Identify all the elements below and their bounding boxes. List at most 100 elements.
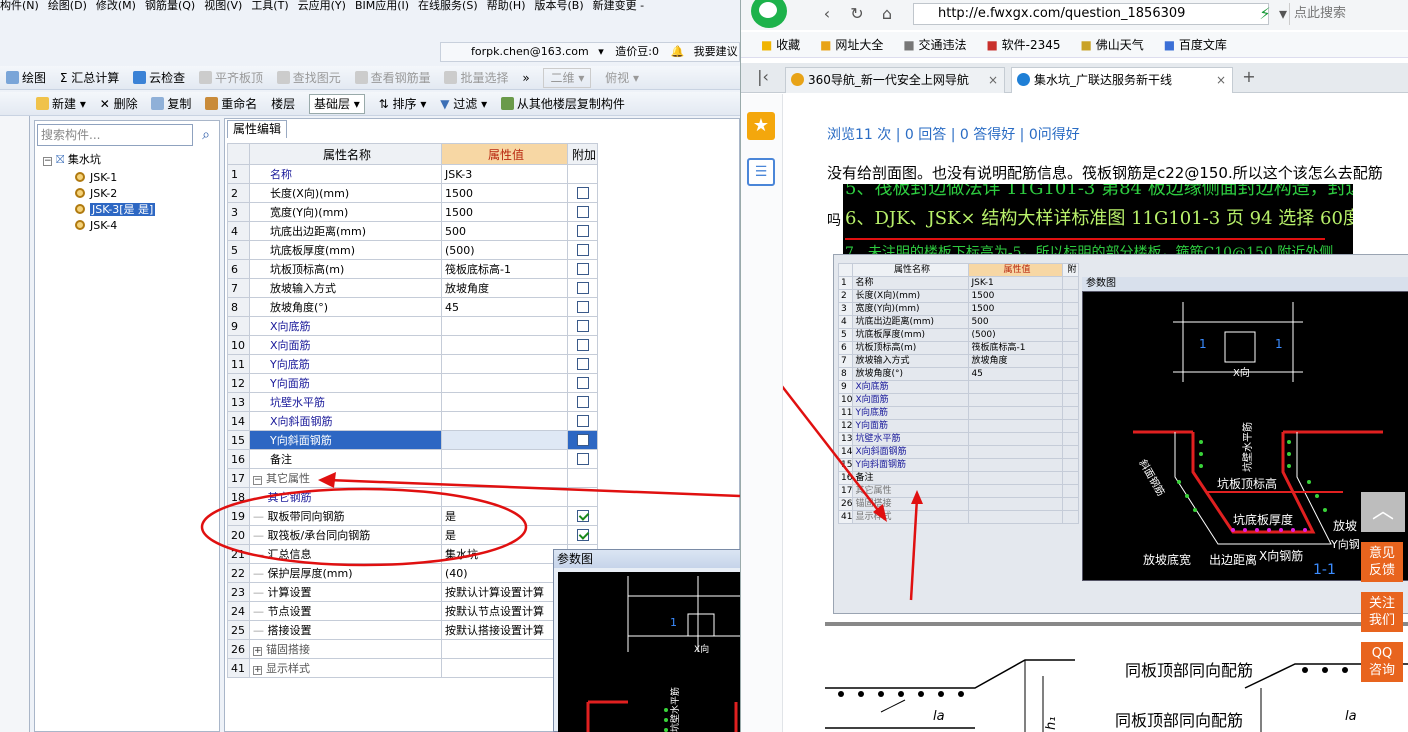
property-row[interactable]: 25— 搭接设置 按默认搭接设置计算 <box>227 620 598 640</box>
property-row[interactable]: 17− 其它属性 <box>227 468 598 488</box>
favorite-link[interactable]: ■ 收藏 <box>751 38 800 52</box>
property-value[interactable]: 按默认搭接设置计算 <box>441 620 568 640</box>
draw-button[interactable]: 绘图 <box>6 66 46 89</box>
favorite-link[interactable]: ■ 佛山天气 <box>1071 38 1144 52</box>
property-value[interactable]: (500) <box>441 240 568 260</box>
property-row[interactable]: 1 名称 JSK-3 <box>227 164 598 184</box>
star-favorites-icon[interactable]: ★ <box>747 112 775 140</box>
property-value[interactable]: 是 <box>441 506 568 526</box>
refresh-icon[interactable]: ↻ <box>845 2 869 26</box>
dropdown-arrow-icon[interactable]: ▾ <box>598 45 604 58</box>
attach-checkbox[interactable] <box>577 319 589 332</box>
property-value[interactable]: 按默认节点设置计算 <box>441 601 568 621</box>
menu-item[interactable]: 在线服务(S) <box>418 0 478 12</box>
attach-checkbox[interactable] <box>577 357 589 370</box>
property-row[interactable]: 2 长度(X向)(mm) 1500 <box>227 183 598 203</box>
attach-checkbox[interactable] <box>577 300 589 313</box>
tab-back-icon[interactable]: |‹ <box>751 65 775 89</box>
attach-checkbox[interactable] <box>577 338 589 351</box>
360-logo-icon[interactable] <box>751 0 787 28</box>
menu-item[interactable]: 修改(M) <box>96 0 136 12</box>
property-row[interactable]: 9 X向底筋 <box>227 316 598 336</box>
property-value[interactable] <box>441 449 568 469</box>
property-row[interactable]: 14 X向斜面钢筋 <box>227 411 598 431</box>
menu-item[interactable]: 构件(N) <box>0 0 39 12</box>
property-row[interactable]: 20— 取筏板/承台同向钢筋是 <box>227 525 598 545</box>
menu-item[interactable]: 工具(T) <box>251 0 288 12</box>
property-row[interactable]: 4 坑底出边距离(mm) 500 <box>227 221 598 241</box>
property-value[interactable] <box>441 335 568 355</box>
property-value[interactable] <box>441 354 568 374</box>
view-angle-select[interactable]: 俯视 ▾ <box>605 66 639 89</box>
menu-item[interactable]: 钢筋量(Q) <box>145 0 195 12</box>
property-value[interactable]: 按默认计算设置计算 <box>441 582 568 602</box>
property-value[interactable] <box>441 392 568 412</box>
account-email[interactable]: forpk.chen@163.com <box>471 45 589 58</box>
attach-checkbox[interactable] <box>577 509 589 522</box>
attach-checkbox[interactable] <box>577 281 589 294</box>
tree-item[interactable]: JSK-4 <box>75 219 117 233</box>
sum-calc-button[interactable]: Σ 汇总计算 <box>60 66 119 89</box>
floating-side-button[interactable]: QQ 咨询 <box>1361 642 1403 682</box>
find-element-button[interactable]: 查找图元 <box>276 66 341 89</box>
menu-item[interactable]: BIM应用(I) <box>355 0 409 12</box>
search-icon[interactable]: ⌕ <box>195 124 217 146</box>
attach-checkbox[interactable] <box>577 262 589 275</box>
property-row[interactable]: 22— 保护层厚度(mm) (40) <box>227 563 598 583</box>
tree-item[interactable]: JSK-3[是 是] <box>75 203 156 217</box>
property-value[interactable] <box>441 658 568 678</box>
menu-item[interactable]: 视图(V) <box>204 0 242 12</box>
property-value[interactable] <box>441 430 568 450</box>
url-input[interactable]: http://e.fwxgx.com/question_1856309 <box>913 3 1269 25</box>
home-icon[interactable]: ⌂ <box>875 2 899 26</box>
search-box[interactable]: 点此搜索 <box>1289 3 1408 25</box>
menu-item[interactable]: 云应用(Y) <box>298 0 346 12</box>
property-value[interactable]: 放坡角度 <box>441 278 568 298</box>
property-row[interactable]: 41 + 显示样式 <box>227 658 598 678</box>
component-search-input[interactable]: 搜索构件... <box>37 124 193 146</box>
property-row[interactable]: 16 备注 <box>227 449 598 469</box>
property-row[interactable]: 19— 取板带同向钢筋是 <box>227 506 598 526</box>
delete-button[interactable]: ✕ 删除 <box>100 92 138 115</box>
property-row[interactable]: 21— 汇总信息 集水坑 <box>227 544 598 564</box>
new-button[interactable]: 新建 ▾ <box>36 92 86 115</box>
attach-checkbox[interactable] <box>577 224 589 237</box>
property-row[interactable]: 8 放坡角度(°) 45 <box>227 297 598 317</box>
tab-close-icon[interactable]: × <box>1216 68 1226 92</box>
favorite-link[interactable]: ■ 交通违法 <box>893 38 966 52</box>
property-row[interactable]: 11 Y向底筋 <box>227 354 598 374</box>
collapse-icon[interactable]: − <box>253 476 262 485</box>
property-value[interactable]: 1500 <box>441 202 568 222</box>
view-rebar-button[interactable]: 查看钢筋量 <box>354 66 431 89</box>
floating-side-button[interactable]: 意见 反馈 <box>1361 542 1403 582</box>
browser-tab[interactable]: 集水坑_广联达服务新干线 × <box>1011 67 1233 93</box>
back-icon[interactable]: ‹ <box>815 2 839 26</box>
property-row[interactable]: 3 宽度(Y向)(mm) 1500 <box>227 202 598 222</box>
attach-checkbox[interactable] <box>577 243 589 256</box>
attach-checkbox[interactable] <box>577 433 589 446</box>
attach-checkbox[interactable] <box>577 376 589 389</box>
property-value[interactable] <box>441 468 568 488</box>
property-value[interactable] <box>441 487 568 507</box>
align-slab-button[interactable]: 平齐板顶 <box>198 66 263 89</box>
menu-item[interactable]: 帮助(H) <box>487 0 526 12</box>
view-mode-select[interactable]: 二维 ▾ <box>543 68 592 88</box>
filter-button[interactable]: ▼ 过滤 ▾ <box>440 92 487 115</box>
property-row[interactable]: 7 放坡输入方式 放坡角度 <box>227 278 598 298</box>
bell-icon[interactable]: 🔔 <box>670 45 684 58</box>
property-value[interactable]: (40) <box>441 563 568 583</box>
menu-item[interactable]: 版本号(B) <box>534 0 583 12</box>
attach-checkbox[interactable] <box>577 414 589 427</box>
tree-item[interactable]: JSK-1 <box>75 171 117 185</box>
property-value[interactable]: 1500 <box>441 183 568 203</box>
tree-item[interactable]: JSK-2 <box>75 187 117 201</box>
property-row[interactable]: 15 Y向斜面钢筋 <box>227 430 598 450</box>
copy-button[interactable]: 复制 <box>151 92 191 115</box>
favorite-link[interactable]: ■ 百度文库 <box>1154 38 1227 52</box>
floating-side-button[interactable]: 关注 我们 <box>1361 592 1403 632</box>
property-value[interactable] <box>441 639 568 659</box>
new-tab-icon[interactable]: + <box>1237 65 1261 89</box>
toolbar-overflow-icon[interactable]: » <box>522 66 529 89</box>
property-row[interactable]: 10 X向面筋 <box>227 335 598 355</box>
property-row[interactable]: 26 + 锚固搭接 <box>227 639 598 659</box>
